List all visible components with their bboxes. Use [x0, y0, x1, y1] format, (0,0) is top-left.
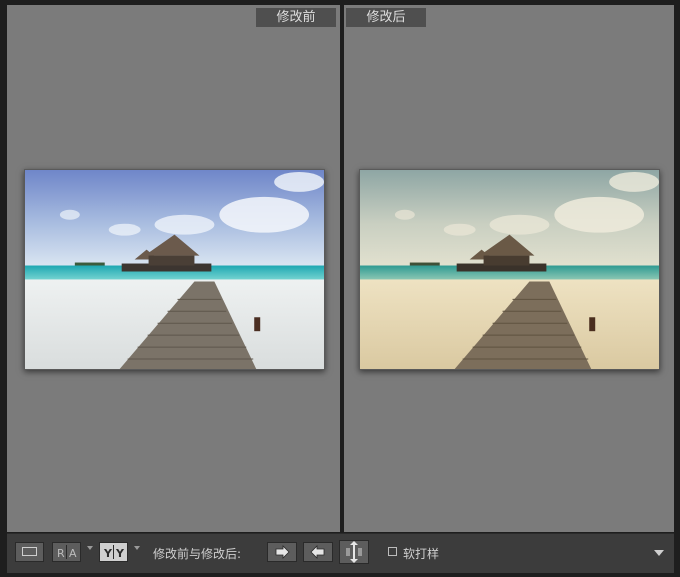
split-view-button[interactable]: Y Y — [99, 542, 128, 562]
swap-icon — [346, 541, 362, 563]
bottom-toolbar: R A Y Y 修改前与修改后: 软打样 — [7, 533, 674, 573]
side-by-side-view-button[interactable]: R A — [52, 542, 81, 562]
before-photo-image — [25, 170, 324, 369]
after-photo[interactable] — [359, 169, 660, 370]
split-view-icon: Y Y — [104, 545, 124, 560]
after-pane: 修改后 — [344, 5, 674, 532]
side-by-side-icon: R A — [55, 545, 78, 560]
after-photo-image — [360, 170, 659, 369]
copy-settings-right-icon — [275, 545, 290, 559]
copy-settings-left-icon — [310, 545, 325, 559]
before-pane: 修改前 — [7, 5, 340, 532]
single-view-icon — [22, 547, 37, 556]
chevron-down-icon[interactable] — [87, 546, 93, 550]
before-after-label: 修改前与修改后: — [153, 547, 242, 561]
soft-proof-label: 软打样 — [403, 547, 440, 561]
copy-before-to-after-button[interactable] — [267, 542, 297, 562]
swap-button[interactable] — [339, 540, 369, 564]
soft-proof-checkbox[interactable] — [388, 547, 397, 556]
chevron-down-icon[interactable] — [134, 546, 140, 550]
before-label: 修改前 — [256, 8, 336, 27]
single-view-button[interactable] — [15, 542, 44, 562]
copy-after-to-before-button[interactable] — [303, 542, 333, 562]
before-photo[interactable] — [24, 169, 325, 370]
menu-triangle-icon[interactable] — [654, 550, 664, 556]
after-label: 修改后 — [346, 8, 426, 27]
